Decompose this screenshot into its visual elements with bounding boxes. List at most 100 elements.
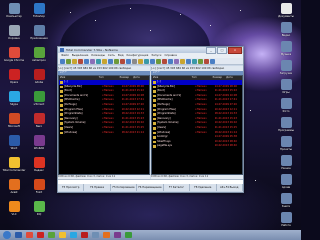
minimize-button[interactable]: _ [206, 47, 216, 54]
taskbar-app-icon[interactable] [15, 232, 22, 238]
col2-app-icon [33, 3, 45, 14]
maximize-button[interactable]: □ [217, 47, 227, 54]
left-app-icon [8, 69, 20, 80]
desktop-icon-label: ICQ [36, 213, 42, 216]
menu-item[interactable]: Вид [118, 53, 124, 58]
toolbar-button[interactable] [204, 59, 209, 64]
menu-item[interactable]: Команды [91, 53, 105, 58]
taskbar-app-icon[interactable] [37, 232, 44, 238]
menu-item[interactable]: Конфигурация [127, 53, 149, 58]
toolbar-button[interactable] [180, 59, 185, 64]
col2-app-icon [33, 201, 45, 212]
menu-item[interactable]: Выделение [72, 53, 89, 58]
taskbar-app-icon[interactable] [114, 232, 121, 238]
toolbar-button[interactable] [186, 59, 191, 64]
toolbar-button[interactable] [96, 59, 101, 64]
right-app-icon [280, 98, 292, 109]
function-key-button[interactable]: Alt+F4 Выход [217, 184, 243, 191]
taskbar-app-icon[interactable] [26, 232, 33, 238]
wallpaper-star [255, 180, 256, 181]
toolbar-button[interactable] [198, 59, 203, 64]
toolbar-button[interactable] [60, 59, 65, 64]
folder-icon [60, 103, 63, 107]
left-app-icon [8, 47, 20, 58]
desktop-icon-label: Работа [281, 224, 291, 227]
taskbar-app-icon[interactable] [59, 232, 66, 238]
toolbar-button[interactable] [126, 59, 131, 64]
toolbar-button[interactable] [66, 59, 71, 64]
taskbar-app-icon[interactable] [48, 232, 55, 238]
right-app-icon [280, 117, 292, 128]
left-app-icon [8, 3, 20, 14]
right-app-icon [280, 136, 292, 147]
menu-item[interactable]: Запуск [151, 53, 161, 58]
col-date[interactable]: Дата [225, 76, 232, 80]
window-titlebar[interactable]: Total Commander 7.56a - NoName _ □ × [58, 47, 243, 54]
right-app-icon [280, 41, 292, 52]
right-app-icon [280, 22, 292, 33]
toolbar-button[interactable] [150, 59, 155, 64]
taskbar-app-icon[interactable] [70, 232, 77, 238]
desktop-icon-label: Музыка [280, 53, 292, 56]
right-app-icon [280, 60, 292, 71]
start-button[interactable] [3, 231, 11, 239]
col-date[interactable]: Дата [132, 76, 139, 80]
folder-icon [60, 131, 63, 135]
toolbar [58, 58, 243, 65]
toolbar-button[interactable] [162, 59, 167, 64]
toolbar-button[interactable] [90, 59, 95, 64]
toolbar-button[interactable] [72, 59, 77, 64]
toolbar-button[interactable] [114, 59, 119, 64]
menu-item[interactable]: Справка [165, 53, 177, 58]
app-icon [60, 48, 64, 52]
menu-item[interactable]: Файл [61, 53, 69, 58]
col2-app-icon [33, 179, 45, 190]
total-commander-window[interactable]: Total Commander 7.56a - NoName _ □ × Фай… [57, 46, 244, 193]
toolbar-button[interactable] [108, 59, 113, 64]
taskbar-app-icon[interactable] [103, 232, 110, 238]
taskbar-app-icon[interactable] [92, 232, 99, 238]
folder-icon [60, 90, 63, 93]
function-key-button[interactable]: F6 Перемещение [137, 184, 164, 191]
function-key-button[interactable]: F8 Удаление [190, 184, 217, 191]
folder-icon [153, 136, 156, 139]
function-key-button[interactable]: F5 Копирование [111, 184, 138, 191]
toolbar-button[interactable] [192, 59, 197, 64]
menu-item[interactable]: Сеть [108, 53, 115, 58]
file-row[interactable]: [Windows] <Папка> 08.02.2013 21:14 [59, 131, 149, 136]
toolbar-button[interactable] [138, 59, 143, 64]
toolbar-button[interactable] [168, 59, 173, 64]
toolbar-button[interactable] [210, 59, 215, 64]
function-key-button[interactable]: F7 Каталог [164, 184, 191, 191]
desktop-icon-label: Игры [282, 91, 290, 94]
file-row[interactable]: pagefile.sys 10.02.2013 08:40 [152, 144, 242, 149]
toolbar-button[interactable] [84, 59, 89, 64]
wallpaper-star [250, 110, 251, 111]
taskbar-app-icon[interactable] [81, 232, 88, 238]
toolbar-button[interactable] [156, 59, 161, 64]
toolbar-button[interactable] [120, 59, 125, 64]
folder-icon [153, 145, 156, 148]
taskbar-app-icon[interactable] [125, 232, 132, 238]
function-key-button[interactable]: F3 Просмотр [58, 184, 85, 191]
toolbar-button[interactable] [174, 59, 179, 64]
close-button[interactable]: × [228, 47, 242, 54]
toolbar-button[interactable] [132, 59, 137, 64]
function-key-button[interactable]: F4 Правка [84, 184, 111, 191]
file-date: 10.02.2013 08:40 [214, 144, 237, 148]
right-app-icon [280, 3, 292, 14]
toolbar-button[interactable] [102, 59, 107, 64]
desktop-icon-label: Разное [281, 167, 291, 170]
right-file-panel[interactable]: Имя Тип Размер Дата [..] [$Recycle.Bin] <П… [151, 75, 243, 175]
file-date: 08.02.2013 21:14 [121, 130, 144, 134]
left-file-panel[interactable]: Имя Тип Размер Дата [..] [$Recycle.Bin] <П… [58, 75, 150, 175]
wallpaper-star [130, 8, 131, 9]
desktop-icon[interactable]: VLC [2, 201, 26, 227]
toolbar-button[interactable] [78, 59, 83, 64]
file-name: pagefile.sys [157, 144, 172, 148]
toolbar-button[interactable] [144, 59, 149, 64]
desktop-icon[interactable]: ICQ [27, 201, 51, 227]
folder-icon [153, 126, 156, 130]
desktop-icon-label: Ashampoo [32, 59, 46, 62]
folder-icon [60, 85, 63, 89]
